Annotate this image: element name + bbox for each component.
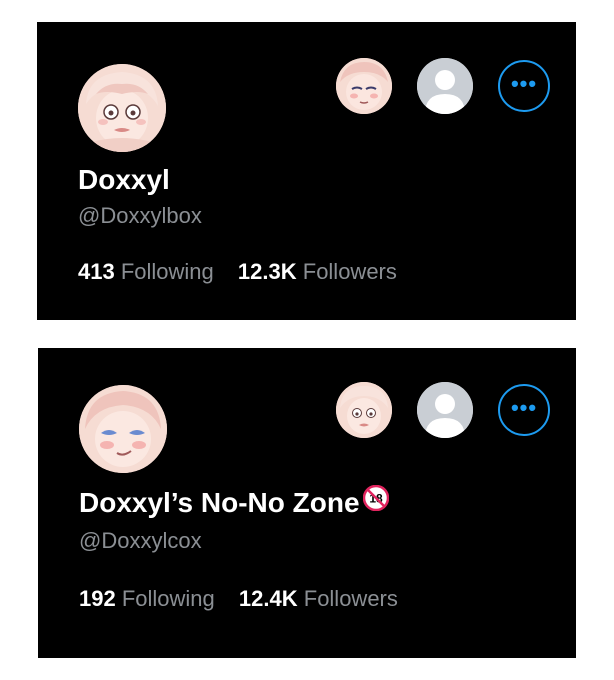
follow-stats: 192 Following 12.4K Followers	[79, 586, 416, 612]
avatar-art-icon	[78, 64, 166, 152]
display-name: Doxxyl’s No-No Zone 18	[79, 484, 389, 521]
more-icon: •••	[510, 395, 538, 420]
following-label: Following	[120, 259, 214, 284]
followers-label: Followers	[303, 586, 398, 611]
profile-avatar[interactable]	[78, 64, 166, 152]
following-label: Following	[121, 586, 215, 611]
username-handle: @Doxxylcox	[79, 528, 202, 553]
profile-card-1: ••• Doxxyl @Doxxylbox 413 Following 12.3…	[37, 22, 576, 320]
following-count: 192	[79, 586, 116, 611]
followers-count: 12.3K	[237, 259, 297, 284]
followers-count: 12.4K	[238, 586, 298, 611]
following-stat[interactable]: 192 Following	[79, 586, 215, 612]
more-icon: •••	[510, 71, 538, 96]
default-avatar[interactable]	[417, 58, 473, 114]
follower-avatar[interactable]	[336, 58, 392, 114]
display-name: Doxxyl	[78, 164, 170, 195]
follower-avatar-art-icon	[336, 382, 392, 438]
default-avatar[interactable]	[417, 382, 473, 438]
username-handle: @Doxxylbox	[78, 203, 202, 228]
more-options-button[interactable]: •••	[498, 384, 550, 436]
profile-card-2: ••• Doxxyl’s No-No Zone 18 @Doxxylcox 19…	[38, 348, 576, 658]
display-name-text: Doxxyl’s No-No Zone	[79, 487, 360, 518]
following-count: 413	[78, 259, 115, 284]
follower-avatar[interactable]	[336, 382, 392, 438]
more-options-button[interactable]: •••	[498, 60, 550, 112]
profile-avatar[interactable]	[79, 385, 167, 473]
default-user-icon	[417, 58, 473, 114]
default-user-icon	[417, 382, 473, 438]
follower-avatar-art-icon	[336, 58, 392, 114]
followers-stat[interactable]: 12.4K Followers	[239, 586, 398, 612]
following-stat[interactable]: 413 Following	[78, 259, 214, 285]
followers-label: Followers	[302, 259, 397, 284]
followers-stat[interactable]: 12.3K Followers	[238, 259, 397, 285]
avatar-art-icon	[79, 385, 167, 473]
follow-stats: 413 Following 12.3K Followers	[78, 259, 415, 285]
no-under-18-icon: 18	[362, 484, 389, 518]
